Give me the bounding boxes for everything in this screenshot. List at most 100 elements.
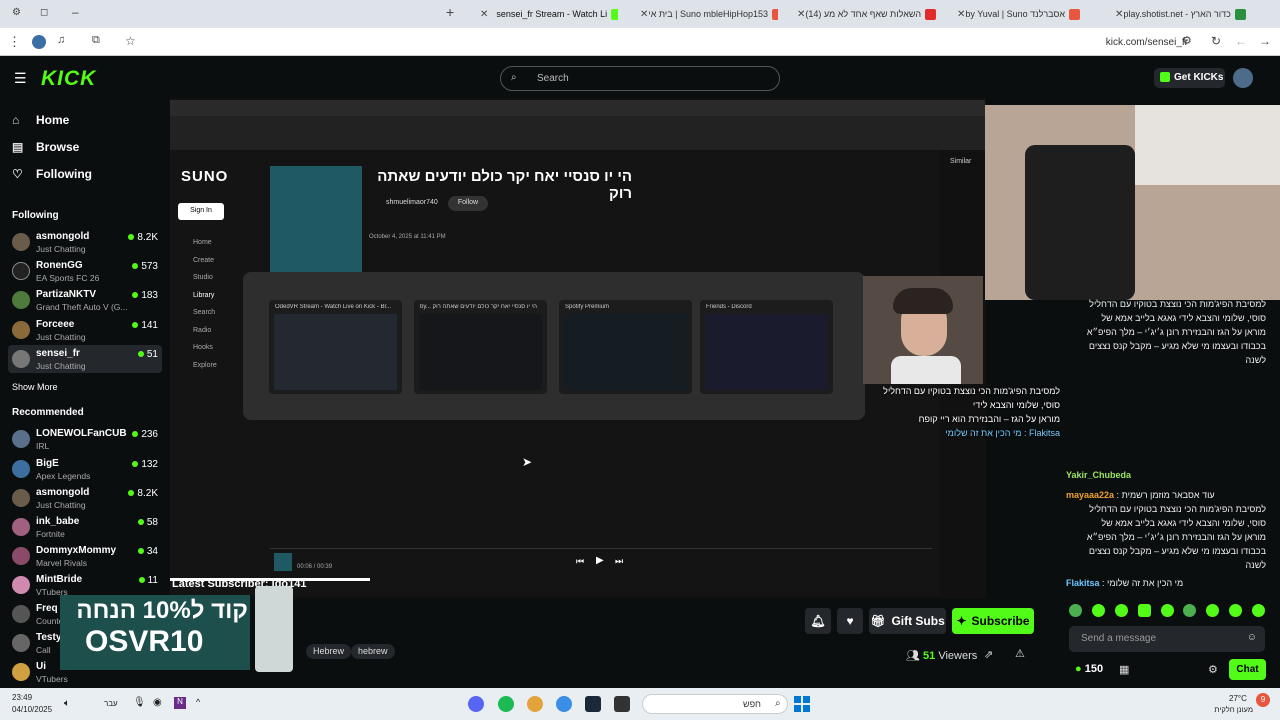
taskbar-search[interactable]: חפש ⌕ xyxy=(642,694,788,714)
chat-message: בכבודו ובעצמו מי שלא מגיע – מקבל קנס נצצ… xyxy=(1088,546,1266,556)
sidebar-channel[interactable]: BigE Apex Legends 132 xyxy=(8,455,162,483)
sidebar-channel-selected[interactable]: sensei_fr Just Chatting 51 xyxy=(8,345,162,373)
channel-points[interactable]: ● 150 xyxy=(1075,663,1103,675)
more-icon[interactable]: ⋮ xyxy=(8,34,21,50)
discord-icon[interactable] xyxy=(468,696,484,712)
emote-icon[interactable] xyxy=(1069,604,1082,617)
nav-following[interactable]: ♡ Following xyxy=(12,167,92,181)
menu-hamburger-icon[interactable]: ☰ xyxy=(14,70,27,87)
profile-icon[interactable] xyxy=(32,35,46,49)
mic-icon[interactable]: 🎙︎ xyxy=(133,697,146,708)
tray-expand-icon[interactable]: ^ xyxy=(196,697,200,707)
emote-icon[interactable] xyxy=(1160,604,1174,617)
live-dot-icon xyxy=(128,234,135,240)
emoji-icon[interactable]: ☺ xyxy=(1247,632,1257,643)
steam-icon[interactable] xyxy=(585,696,601,712)
tab-suno-2[interactable]: ✕ by Yuval | Suno אסברלנד xyxy=(945,3,1095,25)
tag-hebrew[interactable]: Hebrew xyxy=(306,644,352,659)
bookmark-star-icon[interactable]: ☆ xyxy=(125,34,136,48)
follow-heart-button[interactable]: ♥ xyxy=(837,608,863,634)
browser-tab-bar: ⚙ ◻ – + ✕ sensei_fr Stream - Watch Li ✕ … xyxy=(0,0,1280,28)
search-input[interactable]: ⌕ Search xyxy=(500,66,780,91)
chat-settings-icon[interactable]: ⚙ xyxy=(1208,663,1218,676)
avatar xyxy=(12,489,30,507)
chat-message: למסיבת הפיג'מות הכי נוצצת בטוקיו עם הדחל… xyxy=(1089,299,1266,309)
avatar xyxy=(12,605,30,623)
report-icon[interactable]: ⚠ xyxy=(1015,647,1025,660)
avatar xyxy=(12,460,30,478)
emote-icon[interactable] xyxy=(1252,604,1265,617)
volume-icon[interactable]: 🔈︎ xyxy=(64,698,70,709)
nav-home[interactable]: ⌂ Home xyxy=(12,113,69,127)
close-tab-icon[interactable]: ✕ xyxy=(797,9,805,20)
emote-icon[interactable] xyxy=(1091,604,1105,617)
sidebar-channel[interactable]: PartizaNKTV Grand Theft Auto V (G... 183 xyxy=(8,286,162,314)
taskbar-date[interactable]: 04/10/2025 xyxy=(12,705,52,714)
live-dot-icon xyxy=(132,263,139,269)
extensions-icon[interactable]: ⧉ xyxy=(92,34,100,47)
chat-message-input[interactable]: Send a message ☺ xyxy=(1069,626,1265,652)
notification-badge[interactable]: 9 xyxy=(1256,693,1270,707)
get-kicks-button[interactable]: Get KICKs xyxy=(1154,68,1225,88)
sidebar-channel[interactable]: DommyxMommy Marvel Rivals 34 xyxy=(8,542,162,570)
following-section-title: Following xyxy=(12,210,59,221)
new-tab-icon[interactable]: + xyxy=(446,4,454,20)
restore-icon[interactable]: ◻ xyxy=(40,7,48,18)
close-tab-icon[interactable]: ✕ xyxy=(640,9,648,20)
emote-icon[interactable] xyxy=(1137,604,1151,617)
gift-subs-button[interactable]: 🎁︎ Gift Subs xyxy=(869,608,946,634)
share-icon[interactable]: ⇗ xyxy=(984,648,993,661)
close-tab-icon[interactable]: ✕ xyxy=(957,9,965,20)
tab-youtube[interactable]: ✕ השאלות שאף אחד לא מע (14) xyxy=(785,3,937,25)
tag-hebrew[interactable]: hebrew xyxy=(351,644,395,659)
sidebar-channel[interactable]: LONEWOLFanCUB IRL 236 xyxy=(8,425,162,453)
emote-icon[interactable] xyxy=(1114,604,1128,617)
window-menu-icon[interactable]: ⚙ xyxy=(12,7,21,18)
sidebar-channel[interactable]: asmongold Just Chatting 8.2K xyxy=(8,228,162,256)
windows-start-icon[interactable] xyxy=(794,696,810,712)
avatar xyxy=(12,233,30,251)
minimize-icon[interactable]: – xyxy=(72,5,79,19)
emote-icon[interactable] xyxy=(1183,604,1197,617)
sidebar-channel[interactable]: RonenGG EA Sports FC 26 573 xyxy=(8,257,162,285)
sidebar-channel[interactable]: ink_babe Fortnite 58 xyxy=(8,513,162,541)
weather-temp[interactable]: 27°C xyxy=(1229,694,1247,703)
sidebar-channel[interactable]: asmongold Just Chatting 8.2K xyxy=(8,484,162,512)
similar-label: Similar xyxy=(950,158,972,165)
taskbar-clock[interactable]: 23:49 xyxy=(12,693,32,702)
user-avatar[interactable] xyxy=(1233,68,1253,88)
window-light xyxy=(1135,105,1280,185)
emote-icon[interactable] xyxy=(1229,604,1243,617)
emote-icon[interactable] xyxy=(1206,604,1220,617)
store-icon[interactable]: ▦ xyxy=(1119,663,1129,676)
forward-icon[interactable]: ← xyxy=(1235,34,1247,48)
tab-shotist[interactable]: ✕ play.shotist.net - כדור הארץ xyxy=(1103,3,1253,25)
kick-logo[interactable]: KICK xyxy=(41,67,96,91)
back-icon[interactable]: → xyxy=(1259,34,1271,48)
nav-browse[interactable]: ▤ Browse xyxy=(12,140,79,154)
tab-kick-stream[interactable]: ✕ sensei_fr Stream - Watch Li xyxy=(468,3,618,25)
network-icon[interactable]: ◉ xyxy=(153,697,162,708)
search-icon: ⌕ xyxy=(775,698,781,709)
sidebar-channel[interactable]: Forceee Just Chatting 141 xyxy=(8,316,162,344)
weather-desc[interactable]: מעונן חלקית xyxy=(1205,705,1253,714)
site-settings-icon[interactable]: ⚙ xyxy=(1182,34,1192,47)
heart-icon: ♡ xyxy=(12,167,23,181)
subscribe-button[interactable]: ✦ Subscribe xyxy=(952,608,1034,634)
close-tab-icon[interactable]: ✕ xyxy=(1115,9,1123,20)
reload-icon[interactable]: ↻ xyxy=(1211,34,1221,48)
media-icon[interactable]: ♫ xyxy=(57,34,65,46)
url-text[interactable]: kick.com/sensei_fr xyxy=(1106,37,1188,48)
terminal-icon[interactable] xyxy=(614,696,630,712)
app-icon[interactable] xyxy=(527,696,543,712)
tab-suno-1[interactable]: ✕ בית אי | Suno mbleHipHop153 xyxy=(628,3,778,25)
suno-favicon-icon xyxy=(1069,8,1081,20)
show-more-link[interactable]: Show More xyxy=(12,382,58,392)
onenote-icon[interactable]: N xyxy=(174,697,186,709)
chrome-icon[interactable] xyxy=(556,696,572,712)
spotify-icon[interactable] xyxy=(498,696,514,712)
keyboard-language[interactable]: עבר xyxy=(104,699,118,708)
notification-bell-button[interactable]: 🔔︎ xyxy=(805,608,831,634)
chat-send-button[interactable]: Chat xyxy=(1229,659,1266,680)
close-tab-icon[interactable]: ✕ xyxy=(480,9,488,20)
